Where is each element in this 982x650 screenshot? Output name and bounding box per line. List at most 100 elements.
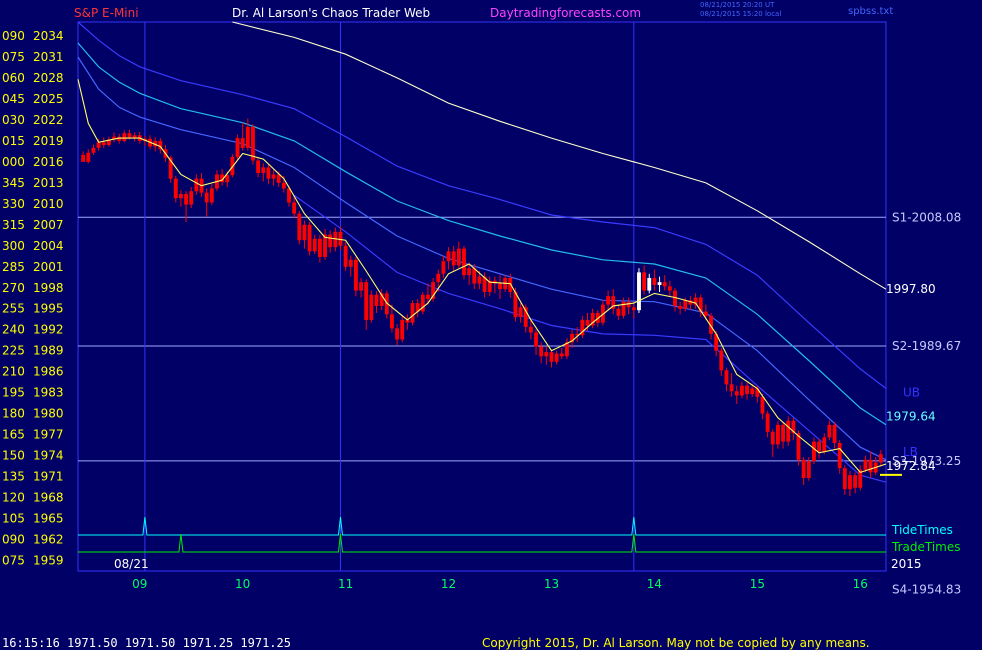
candle xyxy=(729,373,734,397)
candle xyxy=(302,220,307,249)
candle xyxy=(307,222,312,256)
candle xyxy=(781,422,785,449)
candle xyxy=(292,196,297,218)
candle-body xyxy=(822,437,827,452)
candle xyxy=(420,291,425,315)
candle xyxy=(179,189,183,207)
candle-body xyxy=(395,328,400,340)
candle-body xyxy=(122,133,127,141)
timestamp-ut: 08/21/2015 20:20 UT xyxy=(700,1,775,9)
candle xyxy=(209,184,214,206)
candle-body xyxy=(837,443,842,469)
x-tick-label: 12 xyxy=(441,577,456,591)
last-quote: 16:15:16 1971.50 1971.50 1971.25 1971.25 xyxy=(2,636,291,650)
candle-body xyxy=(606,296,611,305)
y-price-label: 2025 xyxy=(33,92,64,106)
y-price-label: 1971 xyxy=(33,470,64,484)
candle xyxy=(853,472,858,494)
candle-body xyxy=(678,305,683,309)
candle xyxy=(369,290,374,323)
candle-body xyxy=(544,352,549,357)
candle xyxy=(343,241,348,271)
candle-body xyxy=(467,268,472,276)
candle xyxy=(266,164,271,185)
x-tick-label: 16 xyxy=(853,577,868,591)
candle-body xyxy=(240,138,245,148)
candle xyxy=(518,303,523,323)
y-angle-label: 075 xyxy=(2,554,25,568)
candle xyxy=(328,230,333,253)
candle-body xyxy=(781,424,785,442)
candle xyxy=(539,342,544,364)
y-price-label: 1989 xyxy=(33,344,64,358)
candle xyxy=(611,289,616,315)
candle xyxy=(173,175,178,203)
plot-border xyxy=(77,21,887,572)
candle xyxy=(698,294,703,318)
site-link[interactable]: Daytradingforecasts.com xyxy=(490,6,641,20)
y-angle-label: 255 xyxy=(2,302,25,316)
candle-body xyxy=(750,388,755,395)
candle xyxy=(652,269,657,291)
candle-body xyxy=(343,245,348,267)
candle xyxy=(400,315,405,343)
candle-body xyxy=(770,431,775,445)
candle xyxy=(261,163,266,182)
y-price-label: 2010 xyxy=(33,197,64,211)
candle-body xyxy=(832,424,837,444)
candle-body xyxy=(539,346,544,357)
x-tick-label: 11 xyxy=(338,577,353,591)
candle-body xyxy=(127,133,132,138)
candle-body xyxy=(734,391,739,396)
candle-body xyxy=(292,202,297,214)
candle xyxy=(667,280,672,297)
candle-body xyxy=(81,154,86,162)
series-fast xyxy=(77,79,887,474)
candle-body xyxy=(817,441,822,452)
candle-body xyxy=(647,277,652,291)
candle-body xyxy=(204,192,209,203)
candle xyxy=(554,350,559,365)
time-markers xyxy=(144,22,635,571)
y-price-label: 2034 xyxy=(33,29,64,43)
candle xyxy=(647,273,652,294)
candle xyxy=(441,255,446,278)
level-label-s2: S2-1989.67 xyxy=(892,339,961,353)
year-label: 2015 xyxy=(891,557,922,571)
candle-body xyxy=(297,213,302,241)
y-angle-label: 330 xyxy=(2,197,25,211)
candle-body xyxy=(812,441,816,462)
candle xyxy=(673,287,677,312)
candle-body xyxy=(173,178,178,199)
candle-body xyxy=(616,308,621,316)
candle xyxy=(498,275,502,299)
candle-body xyxy=(400,319,405,340)
candle-body xyxy=(245,126,250,148)
candle xyxy=(765,410,770,438)
candle-body xyxy=(801,459,806,478)
candle-body xyxy=(765,413,770,432)
candle xyxy=(81,151,86,162)
x-tick-label: 09 xyxy=(132,577,147,591)
y-price-label: 2019 xyxy=(33,134,64,148)
candle xyxy=(240,122,245,151)
candle-body xyxy=(194,178,199,192)
candle xyxy=(745,382,749,400)
tide-times-label: TideTimes xyxy=(891,523,953,537)
candle-body xyxy=(184,194,189,205)
candle xyxy=(462,245,466,280)
candle-body xyxy=(101,142,106,146)
candle-body xyxy=(657,282,662,285)
y-angle-label: 045 xyxy=(2,92,25,106)
candle xyxy=(297,210,302,245)
candles xyxy=(81,118,883,497)
y-angle-label: 210 xyxy=(2,365,25,379)
candle-body xyxy=(585,319,590,326)
candle xyxy=(312,234,317,255)
candle-body xyxy=(317,238,322,257)
y-angle-label: 060 xyxy=(2,71,25,85)
candle-body xyxy=(662,282,667,287)
y-price-label: 2004 xyxy=(33,239,64,253)
x-tick-label: 10 xyxy=(235,577,250,591)
candle xyxy=(405,314,410,330)
